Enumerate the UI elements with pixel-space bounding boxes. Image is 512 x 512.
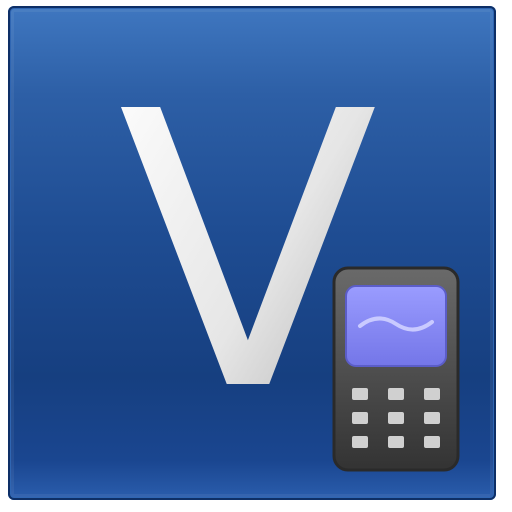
app-icon-artwork: V	[118, 31, 460, 474]
keypad	[352, 388, 440, 448]
app-icon[interactable]: V	[8, 6, 496, 500]
mobile-phone-icon	[332, 266, 460, 472]
